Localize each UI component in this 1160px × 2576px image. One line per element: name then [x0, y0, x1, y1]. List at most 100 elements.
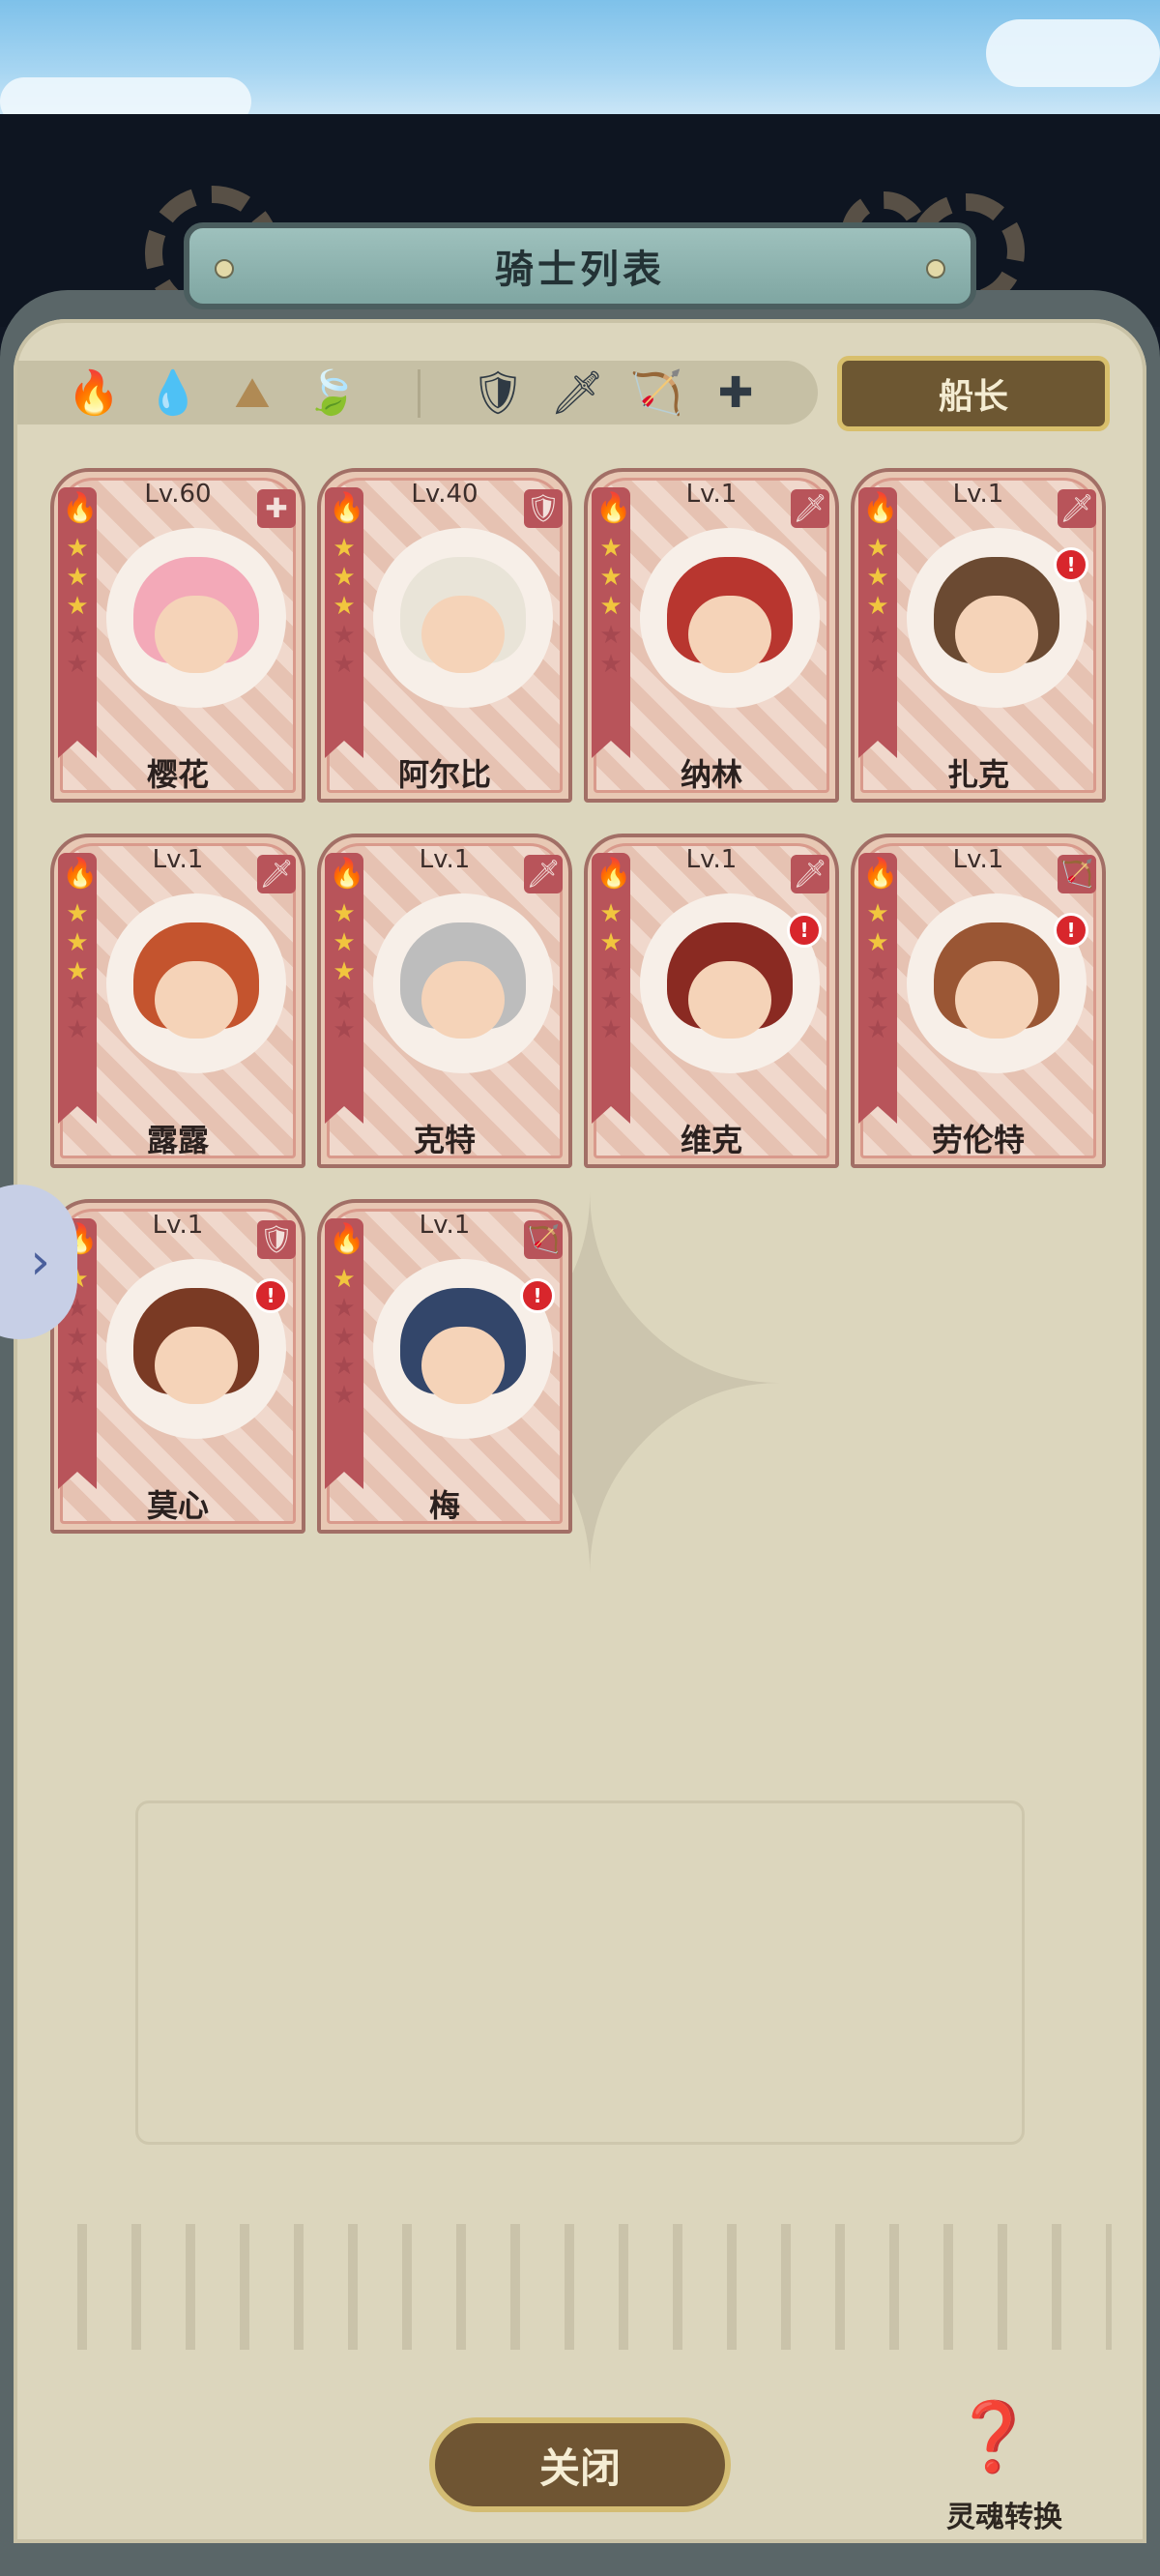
fire-element-filter-icon[interactable]: 🔥	[66, 366, 122, 422]
ranger-class-filter-icon[interactable]: 🏹	[628, 366, 684, 422]
star-empty-icon: ★	[333, 1381, 356, 1410]
wind-element-filter-icon[interactable]: 🍃	[304, 366, 360, 422]
star-filled-icon: ★	[866, 899, 889, 928]
alert-badge-icon: !	[253, 1278, 288, 1313]
star-empty-icon: ★	[66, 1352, 89, 1381]
star-empty-icon: ★	[333, 986, 356, 1015]
knight-portrait	[106, 893, 286, 1073]
knight-portrait	[373, 528, 553, 708]
star-filled-icon: ★	[866, 928, 889, 957]
portrait-face	[421, 596, 505, 673]
knight-name: 纳林	[680, 756, 742, 793]
earth-element-filter-icon[interactable]: ⛰	[224, 366, 280, 422]
knight-level: Lv.1	[152, 1211, 204, 1240]
star-empty-icon: ★	[866, 1015, 889, 1044]
knight-card[interactable]: 🔥 ★ ★ ★ ★ ★ 🗡 Lv.1 纳林	[584, 468, 839, 803]
alert-badge-icon: !	[1054, 913, 1088, 948]
star-filled-icon: ★	[599, 592, 623, 621]
knight-portrait	[106, 528, 286, 708]
knight-level: Lv.1	[952, 845, 1004, 874]
star-filled-icon: ★	[599, 563, 623, 592]
knight-level: Lv.40	[411, 480, 478, 509]
chevron-right-icon: ›	[30, 1233, 50, 1291]
knight-card[interactable]: 🔥 ★ ★ ★ ★ ★ 🗡 Lv.1 ! 扎克	[851, 468, 1106, 803]
star-filled-icon: ★	[333, 592, 356, 621]
knight-name: 樱花	[146, 756, 209, 793]
star-filled-icon: ★	[66, 899, 89, 928]
alert-badge-icon: !	[520, 1278, 555, 1313]
knight-name: 劳伦特	[931, 1122, 1025, 1158]
rivet-icon	[215, 259, 234, 278]
filter-separator	[418, 369, 420, 418]
detail-box	[135, 1800, 1025, 2145]
tank-class-filter-icon[interactable]: 🛡	[470, 366, 526, 422]
side-expand-tab[interactable]: ›	[0, 1185, 77, 1339]
knight-card[interactable]: 🔥 ★ ★ ★ ★ ★ 🏹 Lv.1 ! 劳伦特	[851, 834, 1106, 1168]
star-empty-icon: ★	[599, 650, 623, 679]
star-filled-icon: ★	[333, 899, 356, 928]
knight-card[interactable]: 🔥 ★ ★ ★ ★ ★ 🛡 Lv.1 ! 莫心	[50, 1199, 305, 1534]
star-filled-icon: ★	[866, 563, 889, 592]
close-button[interactable]: 关闭	[429, 2417, 731, 2512]
star-empty-icon: ★	[333, 1352, 356, 1381]
knight-level: Lv.1	[952, 480, 1004, 509]
knight-portrait	[640, 528, 820, 708]
star-filled-icon: ★	[66, 957, 89, 986]
alert-badge-icon: !	[787, 913, 822, 948]
captain-button[interactable]: 船长	[837, 356, 1110, 431]
star-empty-icon: ★	[333, 1294, 356, 1323]
star-filled-icon: ★	[66, 928, 89, 957]
support-class-filter-icon[interactable]: ✚	[708, 366, 764, 422]
star-empty-icon: ★	[66, 1323, 89, 1352]
knight-card[interactable]: 🔥 ★ ★ ★ ★ ★ ✚ Lv.60 樱花	[50, 468, 305, 803]
decorative-rail	[48, 2224, 1112, 2350]
star-filled-icon: ★	[333, 928, 356, 957]
knight-name: 阿尔比	[397, 756, 491, 793]
star-empty-icon: ★	[66, 650, 89, 679]
knight-card[interactable]: 🔥 ★ ★ ★ ★ ★ 🗡 Lv.1 克特	[317, 834, 572, 1168]
knight-level: Lv.1	[685, 480, 738, 509]
portrait-face	[421, 961, 505, 1039]
portrait-face	[155, 1327, 238, 1404]
star-filled-icon: ★	[333, 563, 356, 592]
knight-card[interactable]: 🔥 ★ ★ ★ ★ ★ 🛡 Lv.40 阿尔比	[317, 468, 572, 803]
knight-name: 莫心	[146, 1487, 209, 1524]
portrait-face	[688, 596, 771, 673]
star-filled-icon: ★	[333, 957, 356, 986]
star-empty-icon: ★	[333, 1015, 356, 1044]
page-title: 骑士列表	[495, 248, 665, 292]
knight-card[interactable]: 🔥 ★ ★ ★ ★ ★ 🗡 Lv.1 露露	[50, 834, 305, 1168]
star-filled-icon: ★	[333, 534, 356, 563]
knight-card[interactable]: 🔥 ★ ★ ★ ★ ★ 🏹 Lv.1 ! 梅	[317, 1199, 572, 1534]
knight-card[interactable]: 🔥 ★ ★ ★ ★ ★ 🗡 Lv.1 ! 维克	[584, 834, 839, 1168]
star-empty-icon: ★	[599, 986, 623, 1015]
knight-level: Lv.1	[419, 845, 471, 874]
portrait-face	[155, 596, 238, 673]
star-empty-icon: ★	[66, 986, 89, 1015]
star-filled-icon: ★	[66, 534, 89, 563]
knight-level: Lv.1	[419, 1211, 471, 1240]
star-empty-icon: ★	[599, 957, 623, 986]
star-empty-icon: ★	[333, 650, 356, 679]
star-empty-icon: ★	[333, 1323, 356, 1352]
star-empty-icon: ★	[866, 986, 889, 1015]
knight-name: 克特	[413, 1122, 476, 1158]
portrait-face	[955, 596, 1038, 673]
portrait-face	[955, 961, 1038, 1039]
star-empty-icon: ★	[866, 957, 889, 986]
star-empty-icon: ★	[333, 621, 356, 650]
star-empty-icon: ★	[599, 1015, 623, 1044]
star-filled-icon: ★	[599, 928, 623, 957]
soul-convert-button[interactable]: ❓ 灵魂转换	[932, 2388, 1077, 2534]
portrait-face	[155, 961, 238, 1039]
portrait-face	[688, 961, 771, 1039]
knight-portrait	[373, 893, 553, 1073]
star-empty-icon: ★	[66, 1015, 89, 1044]
sky-background	[0, 0, 1160, 126]
star-filled-icon: ★	[333, 1265, 356, 1294]
alert-badge-icon: !	[1054, 547, 1088, 582]
water-element-filter-icon[interactable]: 💧	[145, 366, 201, 422]
knight-name: 梅	[428, 1487, 460, 1524]
knight-name: 露露	[146, 1122, 209, 1158]
warrior-class-filter-icon[interactable]: 🗡	[549, 366, 605, 422]
